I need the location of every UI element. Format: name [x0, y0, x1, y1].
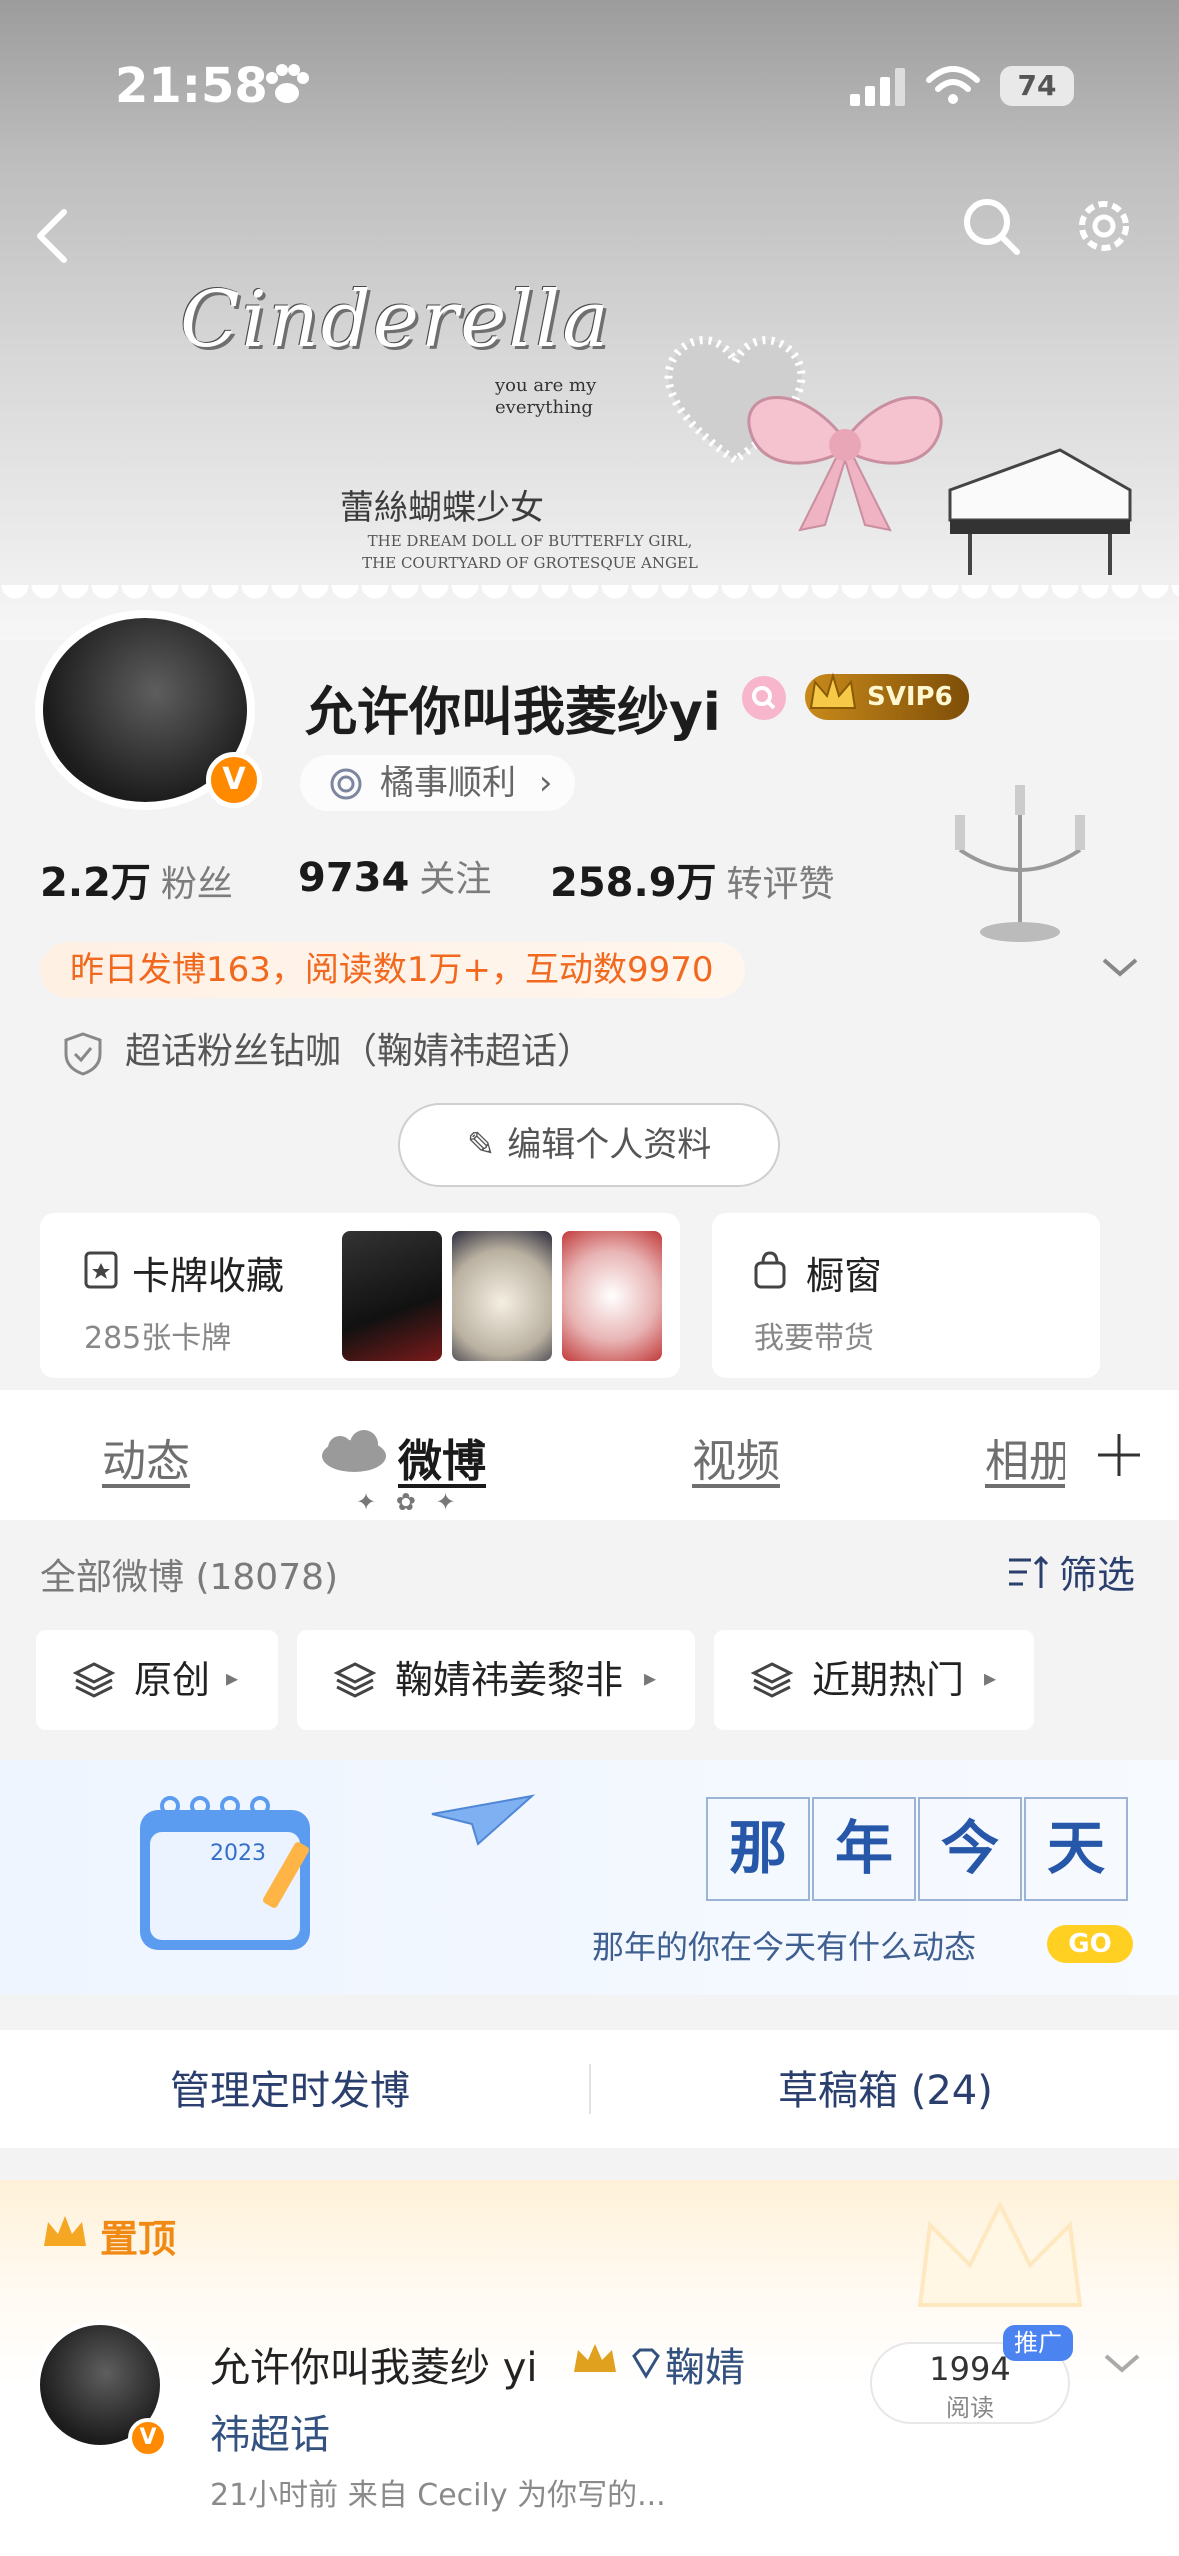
card-collection-count: 285张卡牌	[84, 1321, 232, 1356]
card-thumbnail[interactable]	[562, 1231, 662, 1361]
filter-sort-icon	[1009, 1555, 1049, 1588]
caret-right-icon: ▸	[984, 1664, 997, 1692]
cloud-cat-icon	[322, 1430, 386, 1472]
following-count: 9734	[298, 855, 410, 901]
stat-interactions[interactable]: 258.9万 转评赞	[550, 850, 835, 908]
memory-subtitle: 那年的你在今天有什么动态	[592, 1928, 977, 1966]
tab-dynamics[interactable]: 动态	[102, 1425, 190, 1489]
promote-badge[interactable]: 推广	[1003, 2325, 1073, 2361]
interactions-count: 258.9万	[550, 860, 717, 906]
scheduled-posts-button[interactable]: 管理定时发博	[170, 2058, 410, 2116]
chip-original-label: 原创	[134, 1658, 211, 1702]
crown-icon	[44, 2216, 86, 2246]
cellular-signal-icon	[850, 68, 905, 106]
card-thumbnail[interactable]	[342, 1231, 442, 1361]
status-time: 21:58	[115, 58, 268, 114]
memory-char: 那	[706, 1797, 810, 1901]
calendar-illustration-icon: 2023	[140, 1796, 310, 1950]
cover-tagline: you are my everything	[495, 375, 597, 418]
card-thumbnail[interactable]	[452, 1231, 552, 1361]
cover-title-art: Cinderella	[180, 275, 611, 365]
stat-followers[interactable]: 2.2万 粉丝	[40, 850, 233, 908]
showcase-panel[interactable]: 橱窗 我要带货	[712, 1213, 1100, 1378]
chevron-right-icon: ›	[538, 763, 553, 803]
paper-plane-icon	[431, 1794, 536, 1846]
tab-album[interactable]: 相册	[985, 1425, 1065, 1489]
tab-weibo[interactable]: 微博	[398, 1425, 486, 1489]
interactions-label: 转评赞	[726, 864, 835, 905]
layers-icon	[333, 1662, 377, 1698]
caret-right-icon: ▸	[226, 1664, 239, 1692]
read-label: 阅读	[946, 2394, 994, 2422]
followers-count: 2.2万	[40, 860, 151, 906]
lace-decoration	[0, 585, 1179, 615]
caret-right-icon: ▸	[644, 1664, 657, 1692]
lens-badge-icon[interactable]	[742, 676, 786, 720]
vip-crown-icon	[574, 2344, 616, 2372]
spiral-icon	[330, 768, 362, 800]
settings-gear-icon[interactable]	[1068, 190, 1140, 262]
edit-profile-label: 编辑个人资料	[507, 1125, 712, 1165]
candelabra-decoration	[955, 785, 1085, 942]
shopping-bag-icon	[754, 1251, 786, 1289]
followers-label: 粉丝	[160, 864, 233, 905]
search-icon[interactable]	[955, 190, 1027, 262]
back-icon[interactable]	[20, 200, 92, 272]
superfan-status[interactable]: 超话粉丝钻咖（鞠婧祎超话）	[60, 1022, 593, 1082]
post-chaohua-tag-continued[interactable]: 祎超话	[210, 2402, 330, 2460]
card-collection-title: 卡牌收藏	[132, 1254, 285, 1298]
plus-icon[interactable]	[1094, 1430, 1144, 1480]
piano-decoration	[948, 448, 1132, 575]
memory-char: 年	[812, 1797, 916, 1901]
verified-badge: V	[206, 752, 262, 808]
memory-char: 天	[1024, 1797, 1128, 1901]
filter-label: 筛选	[1059, 1553, 1136, 1597]
profile-nickname: 允许你叫我菱纱yi	[305, 683, 721, 743]
chip-jujingyi-jianglifei-label: 鞠婧祎姜黎非	[395, 1658, 624, 1702]
drafts-button[interactable]: 草稿箱 (24)	[778, 2058, 993, 2116]
wish-tag-label: 橘事顺利	[380, 763, 516, 803]
crown-icon	[809, 672, 857, 709]
daily-activity-notice[interactable]: 昨日发博163，阅读数1万+，互动数9970	[40, 942, 745, 998]
divider	[589, 2064, 591, 2114]
memory-char: 今	[918, 1797, 1022, 1901]
verified-badge: V	[128, 2418, 168, 2458]
edit-profile-button[interactable]: ✎ 编辑个人资料	[398, 1103, 780, 1187]
tab-sparkle-decoration: ✦ ✿ ✦	[356, 1488, 462, 1516]
cover-caption: THE DREAM DOLL OF BUTTERFLY GIRL, THE CO…	[362, 532, 698, 572]
layers-icon	[72, 1662, 116, 1698]
showcase-title: 橱窗	[806, 1254, 883, 1298]
svg-text:2023: 2023	[210, 1841, 266, 1866]
post-meta: 21小时前 来自 Cecily 为你写的...	[210, 2478, 666, 2513]
tab-video[interactable]: 视频	[692, 1425, 780, 1489]
pinned-label: 置顶	[100, 2217, 177, 2261]
crown-watermark-icon	[917, 2200, 1083, 2307]
card-collection-panel[interactable]: 卡牌收藏 285张卡牌	[40, 1213, 680, 1378]
pencil-icon: ✎	[466, 1125, 496, 1165]
wifi-icon	[926, 66, 980, 104]
following-label: 关注	[419, 859, 492, 900]
paw-icon	[266, 64, 309, 103]
memory-go-button[interactable]: GO	[1047, 1925, 1133, 1963]
battery-indicator: 74	[1000, 66, 1074, 106]
all-weibo-count: 全部微博 (18078)	[40, 1557, 339, 1598]
post-author-name[interactable]: 允许你叫我菱纱 yi	[210, 2335, 538, 2393]
chip-recent-hot-label: 近期热门	[812, 1658, 965, 1702]
chevron-down-icon[interactable]	[1100, 2348, 1144, 2378]
diamond-icon	[632, 2348, 660, 2379]
showcase-subtitle: 我要带货	[754, 1321, 874, 1356]
card-collection-icon	[84, 1251, 118, 1289]
chevron-down-icon[interactable]	[1098, 952, 1142, 982]
stat-following[interactable]: 9734 关注	[298, 850, 491, 902]
layers-icon	[750, 1662, 794, 1698]
cover-subtitle: 蕾絲蝴蝶少女	[340, 488, 544, 528]
post-chaohua-tag[interactable]: 鞠婧	[665, 2335, 745, 2393]
pink-bow-decoration	[747, 396, 943, 532]
shield-icon	[64, 1032, 102, 1076]
